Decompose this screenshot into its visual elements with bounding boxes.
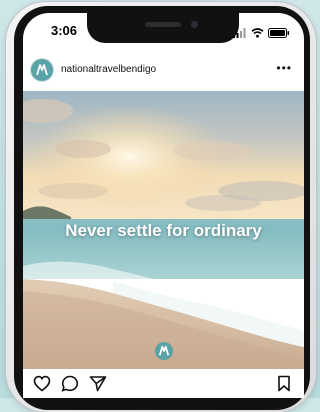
battery-icon — [268, 25, 290, 43]
brand-logo-icon — [36, 64, 48, 76]
avatar[interactable] — [31, 59, 53, 81]
status-icons — [233, 25, 290, 43]
post-header: nationaltravelbendigo ••• — [23, 55, 304, 91]
post-actions-bar — [23, 371, 304, 398]
watermark-logo-icon — [155, 342, 173, 360]
signal-icon — [233, 25, 247, 43]
wifi-icon — [251, 25, 264, 43]
speaker-grille — [145, 22, 181, 27]
post-headline: Never settle for ordinary — [65, 221, 262, 240]
comment-icon[interactable] — [61, 375, 79, 397]
status-time: 3:06 — [51, 23, 78, 38]
bookmark-icon[interactable] — [277, 375, 291, 397]
more-options-icon[interactable]: ••• — [276, 61, 292, 75]
post-image[interactable]: Never settle for ordinary — [23, 91, 304, 369]
front-camera — [191, 21, 198, 28]
share-icon[interactable] — [89, 375, 107, 397]
username[interactable]: nationaltravelbendigo — [61, 64, 156, 75]
phone-screen: 3:06 nationaltravelbendigo ••• Never set… — [23, 13, 304, 398]
heart-icon[interactable] — [33, 375, 51, 397]
notch — [87, 13, 239, 43]
